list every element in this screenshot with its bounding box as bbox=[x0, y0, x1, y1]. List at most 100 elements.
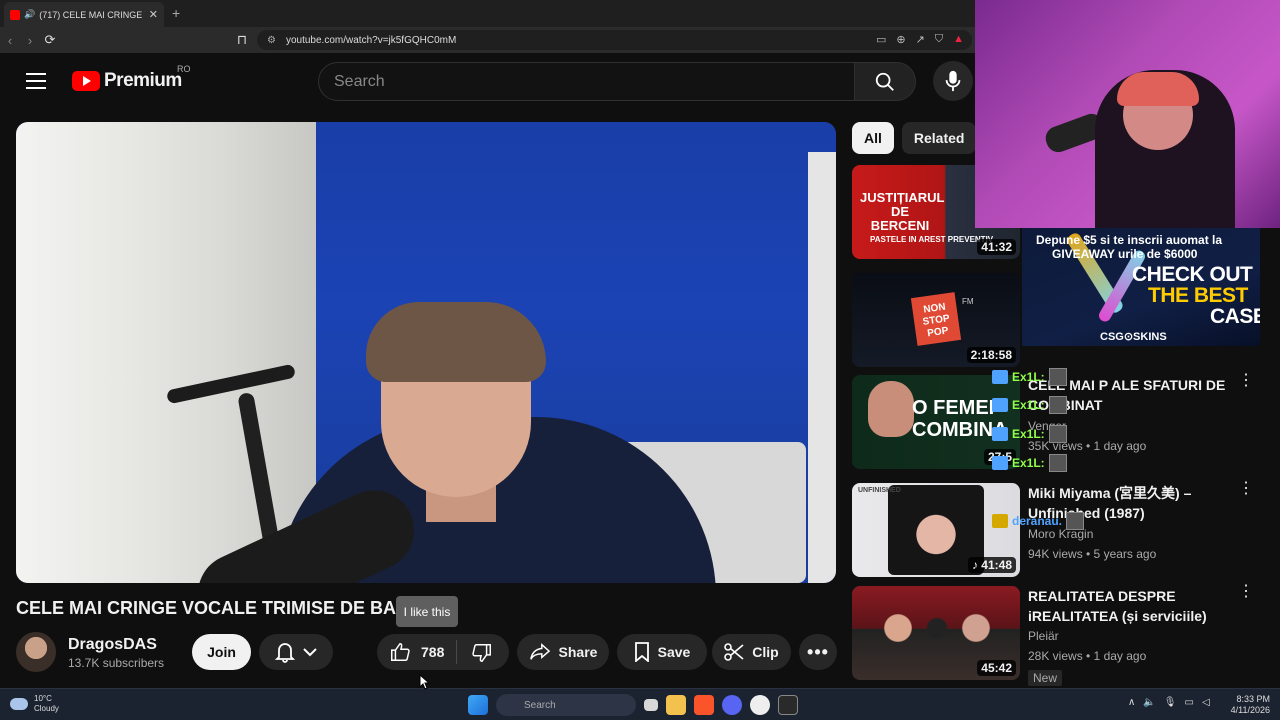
system-clock[interactable]: 8:33 PM 4/11/2026 bbox=[1224, 694, 1270, 716]
chip-all[interactable]: All bbox=[852, 122, 894, 154]
search-input[interactable]: Search bbox=[318, 62, 855, 101]
shield-icon[interactable]: ⛉ bbox=[935, 33, 943, 46]
bookmark-icon[interactable]: ⊓ bbox=[232, 32, 252, 48]
video-duration: 45:42 bbox=[977, 660, 1016, 676]
chat-username: Ex1L: bbox=[1012, 456, 1045, 470]
voice-search-button[interactable] bbox=[933, 61, 973, 101]
youtube-favicon-icon bbox=[10, 9, 20, 20]
thumbnail-text: NON STOP POP bbox=[910, 292, 962, 346]
ad-brand: CSG⊙SKINS bbox=[1100, 331, 1167, 343]
forward-icon[interactable]: › bbox=[20, 33, 40, 48]
like-count: 788 bbox=[421, 644, 445, 660]
reload-icon[interactable]: ⟳ bbox=[40, 32, 60, 48]
video-thumbnail[interactable]: NON STOP POP FM 2:18:58 bbox=[852, 273, 1020, 367]
subscriber-count: 13.7K subscribers bbox=[68, 656, 165, 670]
recommendation-item[interactable]: UNFINISHED ♪ 41:48 Miki Miyama (宮里久美) – … bbox=[852, 481, 1272, 583]
video-player[interactable] bbox=[16, 122, 836, 583]
like-dislike-group: 788 bbox=[377, 634, 509, 670]
weather-widget[interactable]: 10°C Cloudy bbox=[10, 694, 59, 714]
speaker-icon: 🔊 bbox=[24, 9, 36, 19]
chip-related[interactable]: Related bbox=[901, 122, 977, 154]
chat-badge-icon bbox=[992, 456, 1008, 470]
system-tray: ∧ 🔈 🎙 ▭ ◁ bbox=[1128, 697, 1210, 708]
like-tooltip: I like this bbox=[396, 596, 458, 627]
tab-title: (717) CELE MAI CRINGE VOCA bbox=[39, 9, 145, 20]
app-circle-icon[interactable] bbox=[750, 695, 770, 715]
chat-username: deranau. bbox=[1012, 514, 1063, 528]
channel-name[interactable]: DragosDAS bbox=[68, 636, 157, 654]
clip-button[interactable]: Clip bbox=[712, 634, 791, 670]
cast-icon[interactable]: ▭ bbox=[876, 33, 886, 46]
chat-emote-icon bbox=[1048, 425, 1067, 443]
share-icon bbox=[529, 643, 550, 660]
join-button[interactable]: Join bbox=[192, 634, 251, 670]
notifications-button[interactable] bbox=[259, 634, 333, 670]
brave-browser-icon[interactable] bbox=[694, 695, 714, 715]
search-button[interactable] bbox=[854, 62, 916, 101]
address-bar[interactable]: ⚙ youtube.com/watch?v=jk5fGQHC0mM ▭ ⊕ ↗ … bbox=[257, 30, 972, 50]
epic-games-icon[interactable] bbox=[778, 695, 798, 715]
url-text: youtube.com/watch?v=jk5fGQHC0mM bbox=[285, 34, 457, 46]
chevron-up-icon[interactable]: ∧ bbox=[1128, 697, 1135, 708]
webcam-headphones bbox=[1117, 72, 1199, 106]
new-tab-button[interactable]: + bbox=[172, 5, 180, 21]
bell-icon bbox=[275, 643, 295, 663]
ad-line-2: GIVEAWAY urile de $6000 bbox=[1052, 247, 1198, 261]
thumbnail-person bbox=[868, 381, 914, 437]
discord-icon[interactable] bbox=[722, 695, 742, 715]
close-tab-icon[interactable]: ✕ bbox=[149, 8, 158, 21]
zoom-icon[interactable]: ⊕ bbox=[896, 33, 905, 46]
share-button[interactable]: Share bbox=[517, 634, 609, 670]
taskbar-search[interactable]: Search bbox=[496, 694, 636, 716]
weather-temp: 10°C bbox=[34, 694, 52, 703]
chat-emote-icon bbox=[1048, 396, 1067, 414]
mic-tray-icon[interactable]: 🎙 bbox=[1164, 697, 1177, 708]
screen: 🔊 (717) CELE MAI CRINGE VOCA ✕ + ‹ › ⟳ ⊓… bbox=[0, 0, 1280, 720]
thumbnail-text: UNFINISHED bbox=[858, 487, 901, 494]
browser-tab[interactable]: 🔊 (717) CELE MAI CRINGE VOCA ✕ bbox=[4, 2, 164, 27]
task-view-icon[interactable] bbox=[644, 699, 658, 711]
save-button[interactable]: Save bbox=[617, 634, 707, 670]
cloud-icon bbox=[10, 698, 28, 710]
video-frame-person-hair bbox=[366, 302, 546, 382]
ad-line-1: Depune $5 si te inscrii auomat la bbox=[1036, 233, 1223, 247]
youtube-play-logo-icon bbox=[72, 71, 100, 91]
chat-emote-icon bbox=[1066, 512, 1085, 530]
volume-icon[interactable]: 🔈 bbox=[1143, 697, 1155, 708]
video-duration: 2:18:58 bbox=[966, 347, 1016, 363]
recommendation-channel[interactable]: Pleiär bbox=[1028, 629, 1059, 643]
region-code: RO bbox=[177, 64, 191, 74]
video-thumbnail[interactable]: 45:42 bbox=[852, 586, 1020, 680]
youtube-premium-logo[interactable]: Premium RO bbox=[72, 64, 191, 92]
chat-overlay-line: Ex1L: bbox=[992, 396, 1067, 414]
speaker-tray-icon[interactable]: ◁ bbox=[1202, 697, 1210, 708]
bookmark-save-icon bbox=[634, 642, 649, 662]
channel-avatar[interactable] bbox=[16, 632, 56, 672]
windows-start-icon[interactable] bbox=[468, 695, 488, 715]
video-thumbnail[interactable]: UNFINISHED ♪ 41:48 bbox=[852, 483, 1020, 577]
more-vertical-icon[interactable]: ⋮ bbox=[1238, 584, 1254, 600]
thumbs-down-icon bbox=[472, 644, 491, 662]
more-actions-button[interactable]: ••• bbox=[799, 634, 837, 670]
thumbs-up-icon bbox=[391, 643, 410, 661]
save-label: Save bbox=[657, 644, 691, 660]
address-bar-actions: ▭ ⊕ ↗ ⛉ ▲ bbox=[876, 33, 964, 46]
like-divider bbox=[456, 640, 457, 664]
like-button[interactable]: 788 bbox=[389, 641, 444, 663]
chat-username: Ex1L: bbox=[1012, 398, 1045, 412]
weather-desc: Cloudy bbox=[34, 704, 59, 713]
more-vertical-icon[interactable]: ⋮ bbox=[1238, 481, 1254, 497]
display-icon[interactable]: ▭ bbox=[1184, 697, 1193, 708]
more-vertical-icon[interactable]: ⋮ bbox=[1238, 373, 1254, 389]
recommendation-title[interactable]: REALITATEA DESPRE iREALITATEA (și servic… bbox=[1028, 586, 1238, 626]
file-explorer-icon[interactable] bbox=[666, 695, 686, 715]
rewards-icon[interactable]: ▲ bbox=[953, 33, 964, 46]
dislike-button[interactable] bbox=[471, 642, 493, 667]
site-info-icon[interactable]: ⚙ bbox=[267, 35, 276, 46]
recommendation-meta: 94K views • 5 years ago bbox=[1028, 547, 1157, 561]
share-page-icon[interactable]: ↗ bbox=[916, 33, 925, 46]
recommendation-item[interactable]: 45:42 REALITATEA DESPRE iREALITATEA (și … bbox=[852, 584, 1272, 686]
menu-icon[interactable] bbox=[26, 73, 46, 89]
chat-overlay-line: Ex1L: bbox=[992, 425, 1067, 443]
back-icon[interactable]: ‹ bbox=[0, 33, 20, 48]
